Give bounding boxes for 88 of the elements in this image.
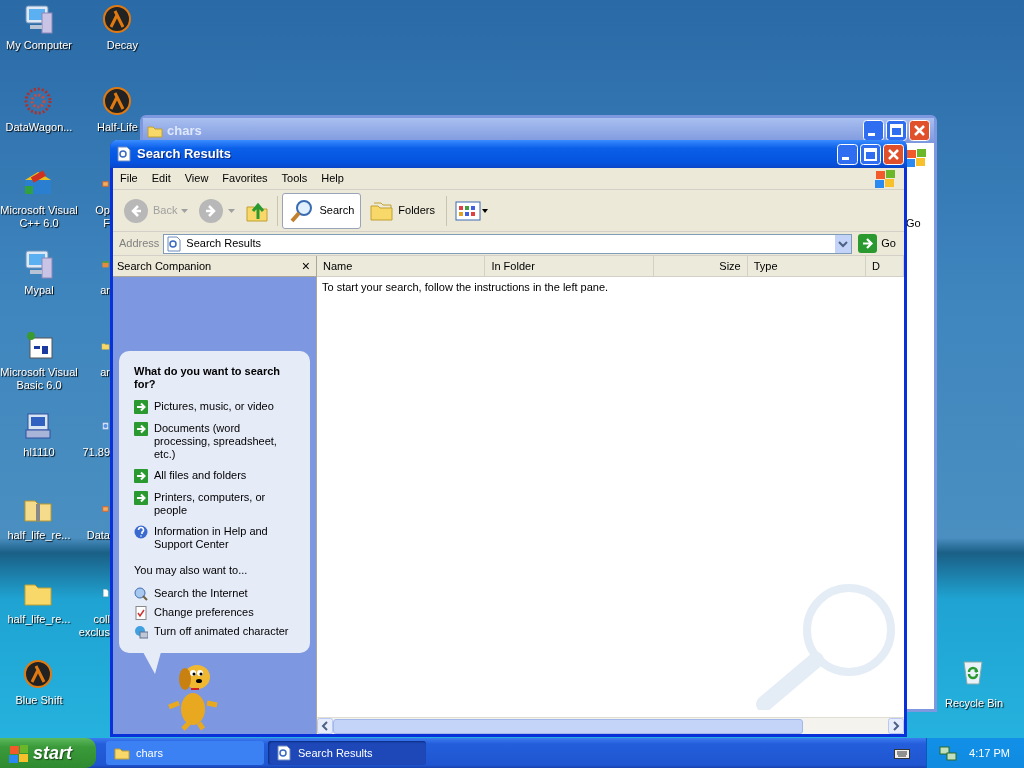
start-button[interactable]: start: [0, 738, 96, 768]
globe-monitor-icon: [134, 624, 148, 639]
maximize-button[interactable]: [886, 120, 907, 141]
icon-label[interactable]: Microsoft Visual C++ 6.0: [0, 204, 78, 230]
menu-item[interactable]: Favorites: [215, 170, 275, 187]
icon-label[interactable]: 71.89: [82, 446, 110, 459]
icon-label[interactable]: Half-Life: [97, 121, 138, 134]
menu-item[interactable]: Tools: [274, 170, 315, 187]
search-option-link[interactable]: All files and folders: [154, 469, 247, 482]
horizontal-scrollbar[interactable]: [317, 717, 904, 734]
icon-label[interactable]: hl1110: [0, 446, 78, 459]
menu-item[interactable]: View: [177, 170, 216, 187]
search-button[interactable]: Search: [282, 192, 362, 229]
search-option-link[interactable]: Information in Help and Support Center: [154, 525, 295, 551]
menu-item[interactable]: Help: [314, 170, 351, 187]
icon-label[interactable]: Mypal: [0, 284, 78, 297]
search-page-icon: [276, 745, 292, 761]
scroll-left-icon[interactable]: [317, 718, 333, 734]
pane-title: Search Companion: [117, 258, 212, 274]
menu-item[interactable]: Edit: [144, 170, 178, 187]
taskbar-button[interactable]: chars: [106, 741, 264, 765]
computer-icon[interactable]: [22, 248, 54, 280]
dots-icon[interactable]: [22, 85, 54, 117]
lambda-icon[interactable]: [101, 85, 133, 117]
column-header[interactable]: In Folder: [485, 256, 654, 276]
scroll-thumb[interactable]: [333, 718, 803, 734]
network-icon[interactable]: [939, 745, 958, 761]
icon-label[interactable]: My Computer: [0, 39, 78, 52]
address-field[interactable]: Search Results: [163, 233, 853, 254]
search-option-link[interactable]: Search the Internet: [154, 586, 248, 600]
taskbar-button[interactable]: Search Results: [268, 741, 426, 765]
computer-icon[interactable]: [22, 3, 54, 35]
lambda-icon[interactable]: [22, 658, 54, 690]
views-grid-icon: [455, 200, 489, 221]
folders-icon: [370, 199, 395, 222]
arrow-icon: [134, 469, 148, 483]
dropdown-arrow-icon: [228, 208, 236, 213]
maximize-button[interactable]: [860, 143, 881, 165]
windows-logo-icon: [8, 743, 28, 763]
close-button[interactable]: ×: [299, 259, 312, 273]
search-option-link[interactable]: Documents (word processing, spreadsheet, etc.): [154, 422, 295, 461]
window-title: Search Results: [137, 145, 231, 164]
clock: 4:17 PM: [969, 745, 1010, 761]
keyboard-icon[interactable]: [894, 747, 911, 759]
minimize-button[interactable]: [837, 143, 858, 165]
icon-label[interactable]: half_life_re...: [0, 529, 78, 542]
printer-icon[interactable]: [22, 410, 54, 442]
checklist-icon: [134, 605, 148, 620]
icon-label[interactable]: F: [103, 217, 110, 230]
column-header[interactable]: Size: [653, 256, 748, 276]
search-option-link[interactable]: Change preferences: [154, 605, 254, 619]
close-button[interactable]: [909, 120, 930, 141]
search-option-link[interactable]: Pictures, music, or video: [154, 400, 274, 413]
go-button[interactable]: Go: [906, 215, 921, 232]
search-option-link[interactable]: Turn off animated character: [154, 624, 289, 638]
lambda-icon[interactable]: [101, 3, 133, 35]
arrow-icon: [134, 422, 148, 436]
section-text: You may also want to...: [134, 563, 249, 578]
search-page-icon: [166, 235, 183, 252]
icon-label[interactable]: Microsoft Visual Basic 6.0: [0, 366, 78, 392]
info-message: To start your search, follow the instructions in the left pane.: [321, 280, 610, 295]
windows-logo-icon: [905, 147, 927, 169]
magnifier-globe-icon: [134, 586, 148, 601]
search-option-link[interactable]: Printers, computers, or people: [154, 491, 295, 517]
go-button[interactable]: Go: [856, 234, 898, 253]
balloon-heading: What do you want to search for?: [134, 365, 282, 392]
column-header[interactable]: D: [865, 256, 904, 276]
window-title: chars: [167, 121, 202, 140]
icon-label[interactable]: Data: [86, 529, 110, 542]
folders-button[interactable]: Folders: [363, 192, 442, 229]
arrow-icon: [134, 400, 148, 414]
icon-label[interactable]: Op: [95, 204, 110, 217]
help-icon: [134, 525, 148, 539]
minimize-button[interactable]: [863, 120, 884, 141]
icon-label[interactable]: DataWagon...: [0, 121, 78, 134]
icon-label[interactable]: ar: [100, 284, 110, 297]
windows-logo-icon: [874, 167, 896, 190]
address-label: Address: [119, 236, 160, 252]
close-button[interactable]: [883, 143, 904, 165]
column-header[interactable]: Name: [317, 256, 486, 276]
dropdown-arrow-icon: [181, 208, 189, 213]
menu-item[interactable]: File: [113, 170, 145, 187]
column-header[interactable]: Type: [747, 256, 866, 276]
icon-label[interactable]: Decay: [106, 39, 138, 52]
icon-label[interactable]: ar: [100, 366, 110, 379]
scroll-right-icon[interactable]: [888, 718, 904, 734]
search-page-icon: [116, 146, 132, 162]
arrow-icon: [134, 491, 148, 505]
